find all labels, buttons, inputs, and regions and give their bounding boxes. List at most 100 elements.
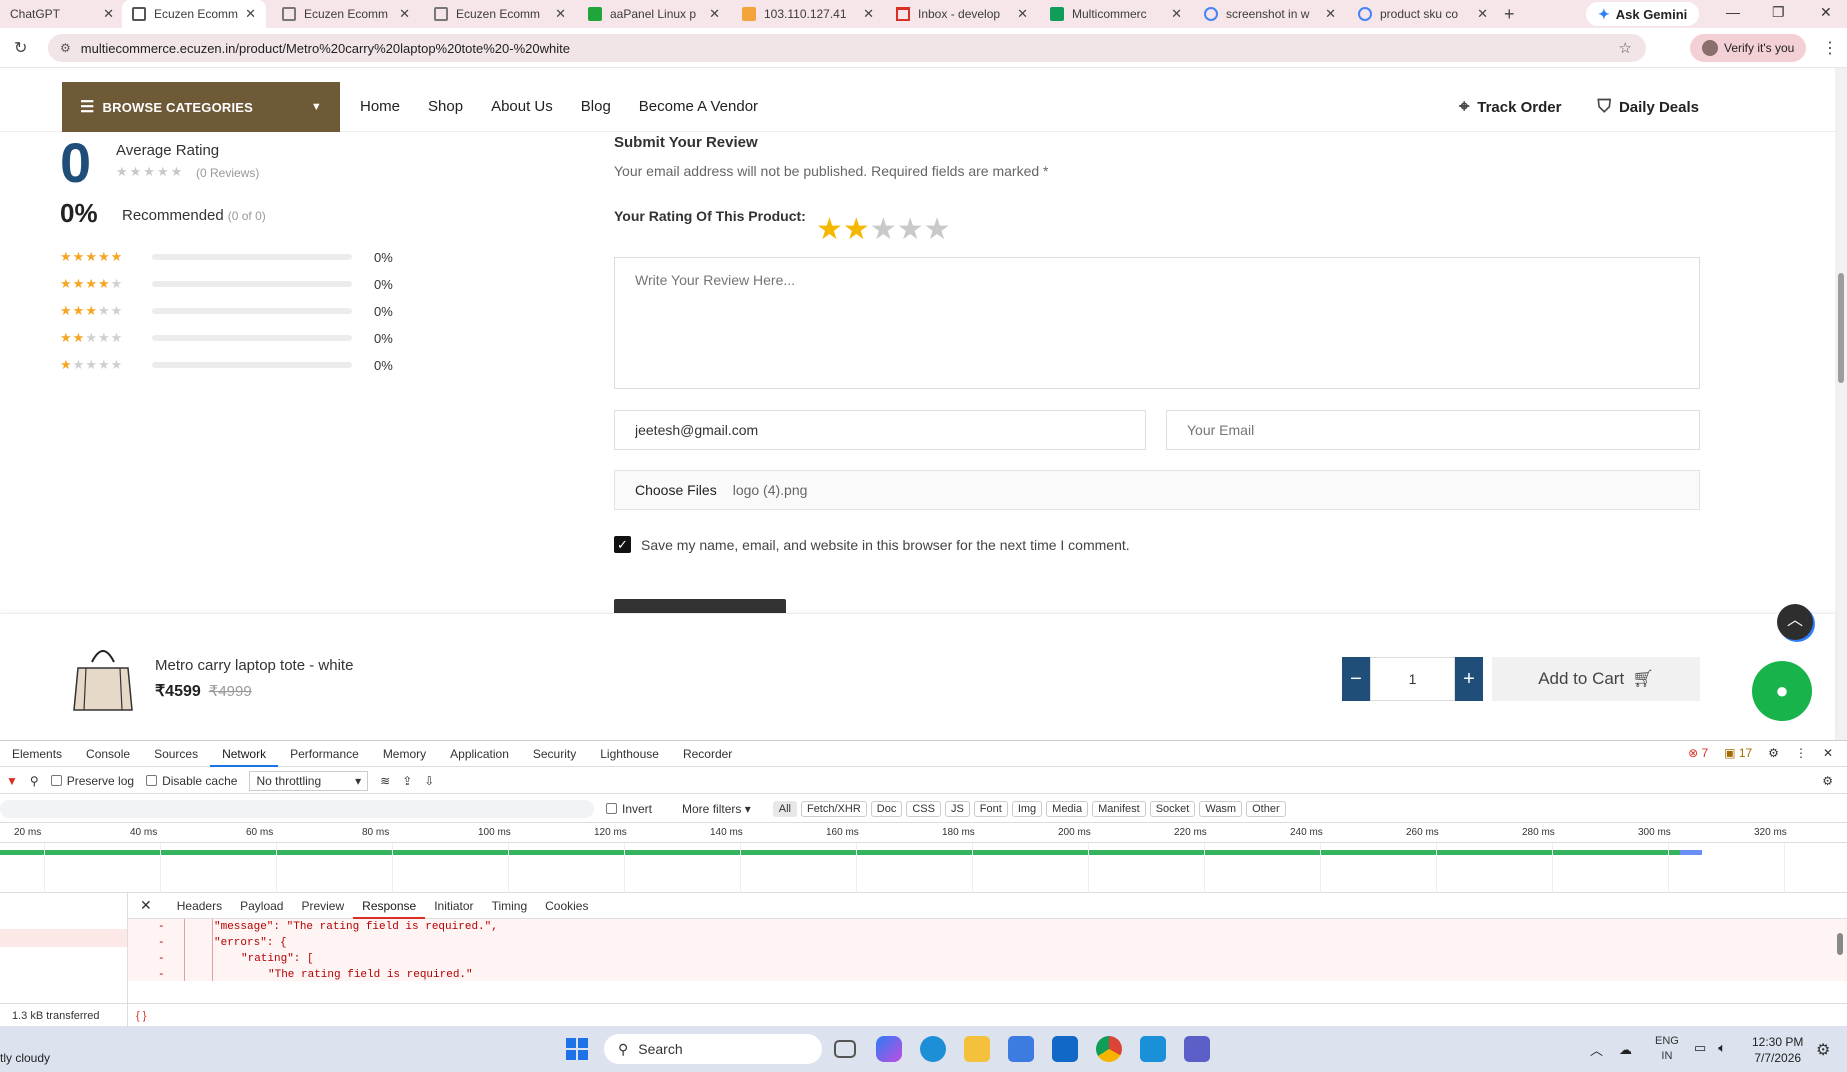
browser-tab[interactable]: aaPanel Linux p ✕ — [578, 0, 730, 28]
close-icon[interactable]: ✕ — [399, 6, 410, 22]
rating-star-3[interactable]: ★ — [870, 213, 897, 246]
rating-star-5[interactable]: ★ — [924, 213, 951, 246]
quantity-decrease-button[interactable]: − — [1342, 657, 1370, 701]
filter-pill-fetchxhr[interactable]: Fetch/XHR — [800, 800, 867, 817]
rating-star-selector[interactable]: ★★★★★ — [816, 212, 951, 248]
close-icon[interactable]: ✕ — [863, 6, 874, 22]
browser-tab[interactable]: Ecuzen Ecomm ✕ — [424, 0, 576, 28]
devtools-tab-lighthouse[interactable]: Lighthouse — [588, 741, 671, 767]
devtools-settings-icon[interactable]: ⚙ — [1768, 746, 1779, 760]
notepad-icon[interactable] — [1140, 1036, 1166, 1062]
nav-link-become-a-vendor[interactable]: Become A Vendor — [639, 98, 758, 115]
detail-tab-headers[interactable]: Headers — [168, 893, 231, 919]
detail-tab-initiator[interactable]: Initiator — [425, 893, 482, 919]
network-conditions-icon[interactable]: ≋ — [380, 774, 390, 788]
close-icon[interactable]: ✕ — [1171, 6, 1182, 22]
verify-profile-button[interactable]: Verify it's you — [1690, 34, 1807, 62]
browse-categories-button[interactable]: ☰ BROWSE CATEGORIES ▼ — [62, 82, 340, 132]
address-bar[interactable]: ⚙ multiecommerce.ecuzen.in/product/Metro… — [48, 34, 1646, 62]
chrome-icon[interactable] — [1096, 1036, 1122, 1062]
defender-icon[interactable]: ☁ — [1619, 1042, 1632, 1058]
filter-pill-doc[interactable]: Doc — [870, 800, 903, 817]
detail-tab-payload[interactable]: Payload — [231, 893, 292, 919]
site-info-icon[interactable]: ⚙ — [60, 41, 71, 55]
browser-tab[interactable]: Multicommerc ✕ — [1040, 0, 1192, 28]
restore-icon[interactable]: ❐ — [1772, 4, 1785, 21]
page-scrollbar-thumb[interactable] — [1838, 273, 1844, 383]
close-icon[interactable]: ✕ — [103, 6, 114, 22]
browser-tab[interactable]: Ecuzen Ecomm ✕ — [272, 0, 420, 28]
rating-star-1[interactable]: ★ — [816, 213, 843, 246]
devtools-close-icon[interactable]: ✕ — [1823, 746, 1833, 760]
network-settings-icon[interactable]: ⚙ — [1822, 774, 1833, 788]
rating-star-2[interactable]: ★ — [843, 213, 870, 246]
close-detail-icon[interactable]: ✕ — [140, 897, 152, 914]
detail-tab-response[interactable]: Response — [353, 893, 426, 919]
filter-pill-other[interactable]: Other — [1246, 800, 1286, 817]
detail-tab-cookies[interactable]: Cookies — [536, 893, 597, 919]
edge-icon[interactable] — [920, 1036, 946, 1062]
disable-cache-checkbox[interactable]: Disable cache — [146, 774, 237, 788]
network-icon[interactable]: ▭ — [1694, 1040, 1706, 1056]
devtools-more-icon[interactable]: ⋮ — [1795, 746, 1807, 760]
devtools-tab-sources[interactable]: Sources — [142, 741, 210, 767]
search-icon[interactable]: ⚲ — [30, 774, 39, 788]
filter-pill-all[interactable]: All — [772, 800, 797, 817]
close-icon[interactable]: ✕ — [1017, 6, 1028, 22]
teams-icon[interactable] — [1184, 1036, 1210, 1062]
task-view-icon[interactable] — [834, 1040, 856, 1058]
language-indicator[interactable]: ENG IN — [1655, 1034, 1679, 1064]
browser-tab[interactable]: 103.110.127.41 ✕ — [732, 0, 884, 28]
invert-checkbox[interactable]: Invert — [606, 802, 652, 816]
close-icon[interactable]: ✕ — [245, 6, 256, 22]
page-scrollbar[interactable] — [1835, 68, 1847, 740]
add-to-cart-button[interactable]: Add to Cart 🛒︎ — [1492, 657, 1700, 701]
save-info-checkbox[interactable]: ✓ — [614, 536, 631, 553]
ask-gemini-button[interactable]: ✦ Ask Gemini — [1586, 2, 1700, 26]
filter-pill-socket[interactable]: Socket — [1149, 800, 1196, 817]
import-har-icon[interactable]: ⇪ — [402, 774, 412, 788]
filter-pill-wasm[interactable]: Wasm — [1199, 800, 1243, 817]
request-list[interactable] — [0, 893, 128, 1003]
browser-tab[interactable]: screenshot in w ✕ — [1194, 0, 1346, 28]
selected-request-row[interactable] — [0, 929, 127, 947]
nav-link-shop[interactable]: Shop — [428, 98, 463, 115]
devtools-tab-network[interactable]: Network — [210, 741, 279, 767]
clock[interactable]: 12:30 PM 7/7/2026 — [1752, 1034, 1803, 1066]
devtools-tab-memory[interactable]: Memory — [371, 741, 438, 767]
filter-pill-css[interactable]: CSS — [906, 800, 941, 817]
waterfall-overview[interactable] — [0, 843, 1847, 893]
devtools-tab-security[interactable]: Security — [521, 741, 588, 767]
filter-pill-media[interactable]: Media — [1046, 800, 1089, 817]
pretty-print-icon[interactable]: { } — [128, 1010, 146, 1022]
browser-tab[interactable]: product sku co ✕ — [1348, 0, 1498, 28]
filter-input[interactable] — [0, 799, 594, 818]
choose-files-button[interactable]: Choose Files — [635, 482, 717, 498]
devtools-tab-performance[interactable]: Performance — [278, 741, 371, 767]
detail-tab-timing[interactable]: Timing — [483, 893, 537, 919]
file-explorer-icon[interactable] — [964, 1036, 990, 1062]
submit-review-button[interactable] — [614, 599, 786, 613]
daily-deals-link[interactable]: ⛉ Daily Deals — [1597, 96, 1699, 117]
browser-tab[interactable]: ChatGPT ✕ — [0, 0, 124, 28]
quantity-input[interactable] — [1370, 657, 1455, 701]
reload-icon[interactable]: ↻ — [14, 38, 27, 58]
bookmark-star-icon[interactable]: ☆ — [1619, 39, 1632, 57]
volume-icon[interactable]: 🔈︎ — [1718, 1040, 1726, 1056]
chevron-up-icon[interactable]: ︿ — [1590, 1040, 1603, 1059]
nav-link-blog[interactable]: Blog — [581, 98, 611, 115]
nav-link-home[interactable]: Home — [360, 98, 400, 115]
windows-start-icon[interactable] — [566, 1038, 588, 1060]
browser-menu-icon[interactable]: ⋮ — [1822, 38, 1838, 58]
window-close-icon[interactable]: ✕ — [1820, 4, 1832, 21]
browser-tab-active[interactable]: Ecuzen Ecomm ✕ — [122, 0, 266, 28]
close-icon[interactable]: ✕ — [1477, 6, 1488, 22]
devtools-tab-application[interactable]: Application — [438, 741, 521, 767]
file-upload[interactable]: Choose Files logo (4).png — [614, 470, 1700, 510]
copilot-icon[interactable] — [876, 1036, 902, 1062]
weather-widget[interactable]: tly cloudy — [0, 1051, 50, 1065]
response-scrollbar[interactable] — [1835, 919, 1845, 981]
filter-pill-manifest[interactable]: Manifest — [1092, 800, 1146, 817]
minimize-icon[interactable]: — — [1726, 4, 1740, 20]
close-icon[interactable]: ✕ — [709, 6, 720, 22]
